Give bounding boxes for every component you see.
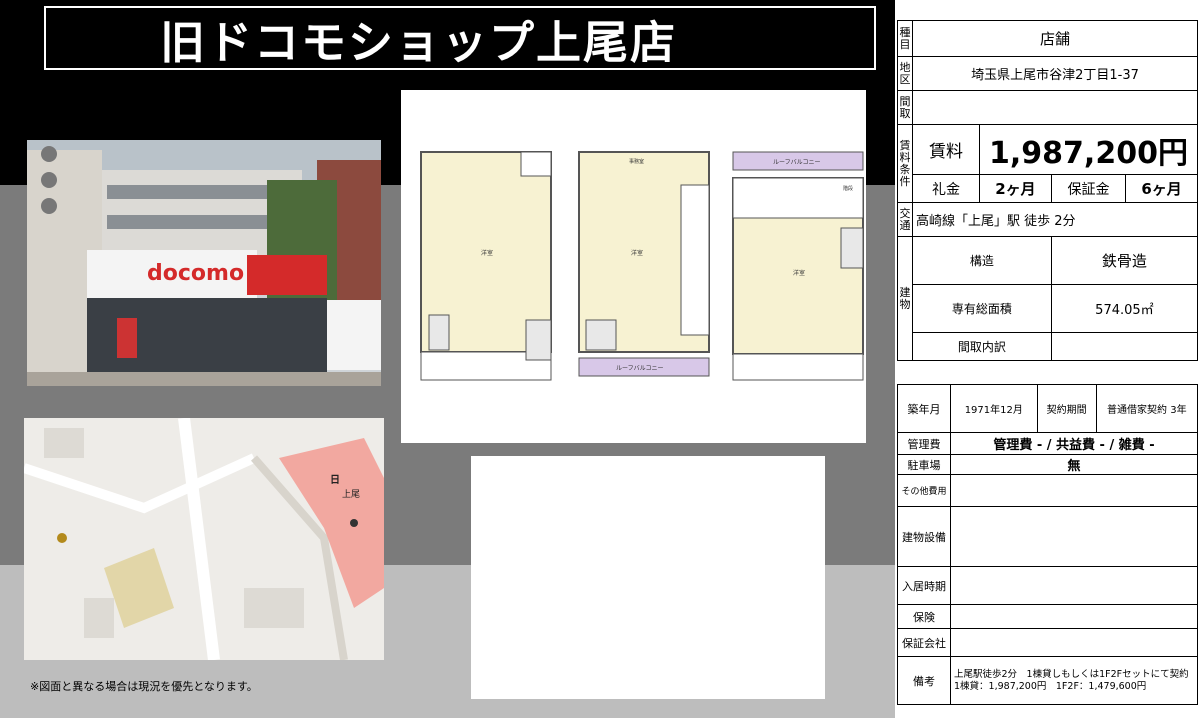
insurance-label: 保険 — [897, 604, 951, 629]
rent-conditions-label: 賃料条件 — [897, 124, 913, 203]
built-date-label: 築年月 — [897, 384, 951, 433]
structure-value: 鉄骨造 — [1050, 236, 1199, 285]
facilities-value — [950, 506, 1198, 567]
rent-value: 1,987,200円 — [979, 124, 1198, 175]
guarantor-value — [950, 628, 1198, 657]
building-label: 建物 — [897, 236, 913, 361]
parking-value: 無 — [950, 454, 1198, 475]
room-breakdown-label: 間取内訳 — [912, 332, 1052, 361]
type-value: 店舗 — [912, 20, 1198, 57]
move-in-value — [950, 566, 1198, 605]
location-map: 日 上尾 — [22, 417, 384, 661]
floor2-room-label: 洋室 — [631, 249, 643, 257]
floor-plan: 洋室 ルーフバルコニー 事務室 洋室 ルーフバルコニー 階段 洋室 — [401, 90, 866, 443]
key-money-value: 2ヶ月 — [979, 174, 1052, 203]
disclaimer-note: ※図面と異なる場合は現況を優先となります。 — [30, 680, 258, 693]
building-photo: docomo — [27, 140, 381, 386]
deposit-label: 保証金 — [1050, 174, 1127, 203]
remarks-label: 備考 — [897, 656, 951, 705]
property-info-table: 種目 店舗 地区 埼玉県上尾市谷津2丁目1-37 間取 賃料条件 賃料 1,98… — [897, 20, 1199, 361]
built-date-value: 1971年12月 — [950, 384, 1038, 433]
contract-term-label: 契約期間 — [1036, 384, 1097, 433]
station-mark: 日 — [330, 474, 340, 486]
floor-area-label: 専有総面積 — [912, 284, 1052, 333]
page-title: 旧ドコモショップ上尾店 — [160, 15, 678, 69]
management-fee-label: 管理費 — [897, 432, 951, 455]
facilities-label: 建物設備 — [897, 506, 951, 567]
docomo-sign: docomo — [147, 261, 244, 286]
layout-value — [912, 90, 1198, 125]
address-value: 埼玉県上尾市谷津2丁目1-37 — [912, 56, 1198, 91]
property-detail-table: 築年月 1971年12月 契約期間 普通借家契約 3年 管理費 管理費 - / … — [897, 384, 1198, 705]
other-fees-value — [950, 474, 1198, 507]
floor2-office-label: 事務室 — [629, 158, 644, 165]
station-name: 上尾 — [342, 489, 360, 500]
move-in-label: 入居時期 — [897, 566, 951, 605]
layout-label: 間取 — [897, 90, 913, 125]
floor3-room-label: 洋室 — [793, 269, 805, 277]
other-fees-label: その他費用 — [897, 474, 951, 507]
building-photo-illustration: docomo — [27, 140, 381, 386]
parking-label: 駐車場 — [897, 454, 951, 475]
blank-panel — [471, 456, 825, 699]
floor-plan-drawing: 洋室 ルーフバルコニー 事務室 洋室 ルーフバルコニー 階段 洋室 — [420, 151, 864, 381]
floor1-room-label: 洋室 — [481, 249, 493, 257]
rent-label: 賃料 — [912, 124, 980, 175]
remarks-value: 上尾駅徒歩2分 1棟貸しもしくは1F2Fセットにて契約 1棟貸：1,987,20… — [950, 656, 1198, 705]
structure-label: 構造 — [912, 236, 1052, 285]
deposit-value: 6ヶ月 — [1125, 174, 1198, 203]
type-label: 種目 — [897, 20, 913, 57]
transit-value: 高崎線「上尾」駅 徒歩 2分 — [912, 202, 1198, 237]
room-breakdown-value — [1050, 332, 1199, 361]
management-fee-value: 管理費 - / 共益費 - / 雑費 - — [950, 432, 1198, 455]
floor3-balcony-label: ルーフバルコニー — [773, 159, 821, 166]
district-label: 地区 — [897, 56, 913, 91]
floor2-balcony-label: ルーフバルコニー — [616, 365, 664, 372]
key-money-label: 礼金 — [912, 174, 980, 203]
map-illustration: 日 上尾 — [22, 417, 384, 661]
transit-label: 交通 — [897, 202, 913, 237]
floor-area-value: 574.05㎡ — [1050, 284, 1199, 333]
contract-term-value: 普通借家契約 3年 — [1095, 384, 1199, 433]
floor3-stair-label: 階段 — [843, 185, 853, 192]
insurance-value — [950, 604, 1198, 629]
title-frame: 旧ドコモショップ上尾店 — [44, 6, 876, 70]
guarantor-label: 保証会社 — [897, 628, 951, 657]
